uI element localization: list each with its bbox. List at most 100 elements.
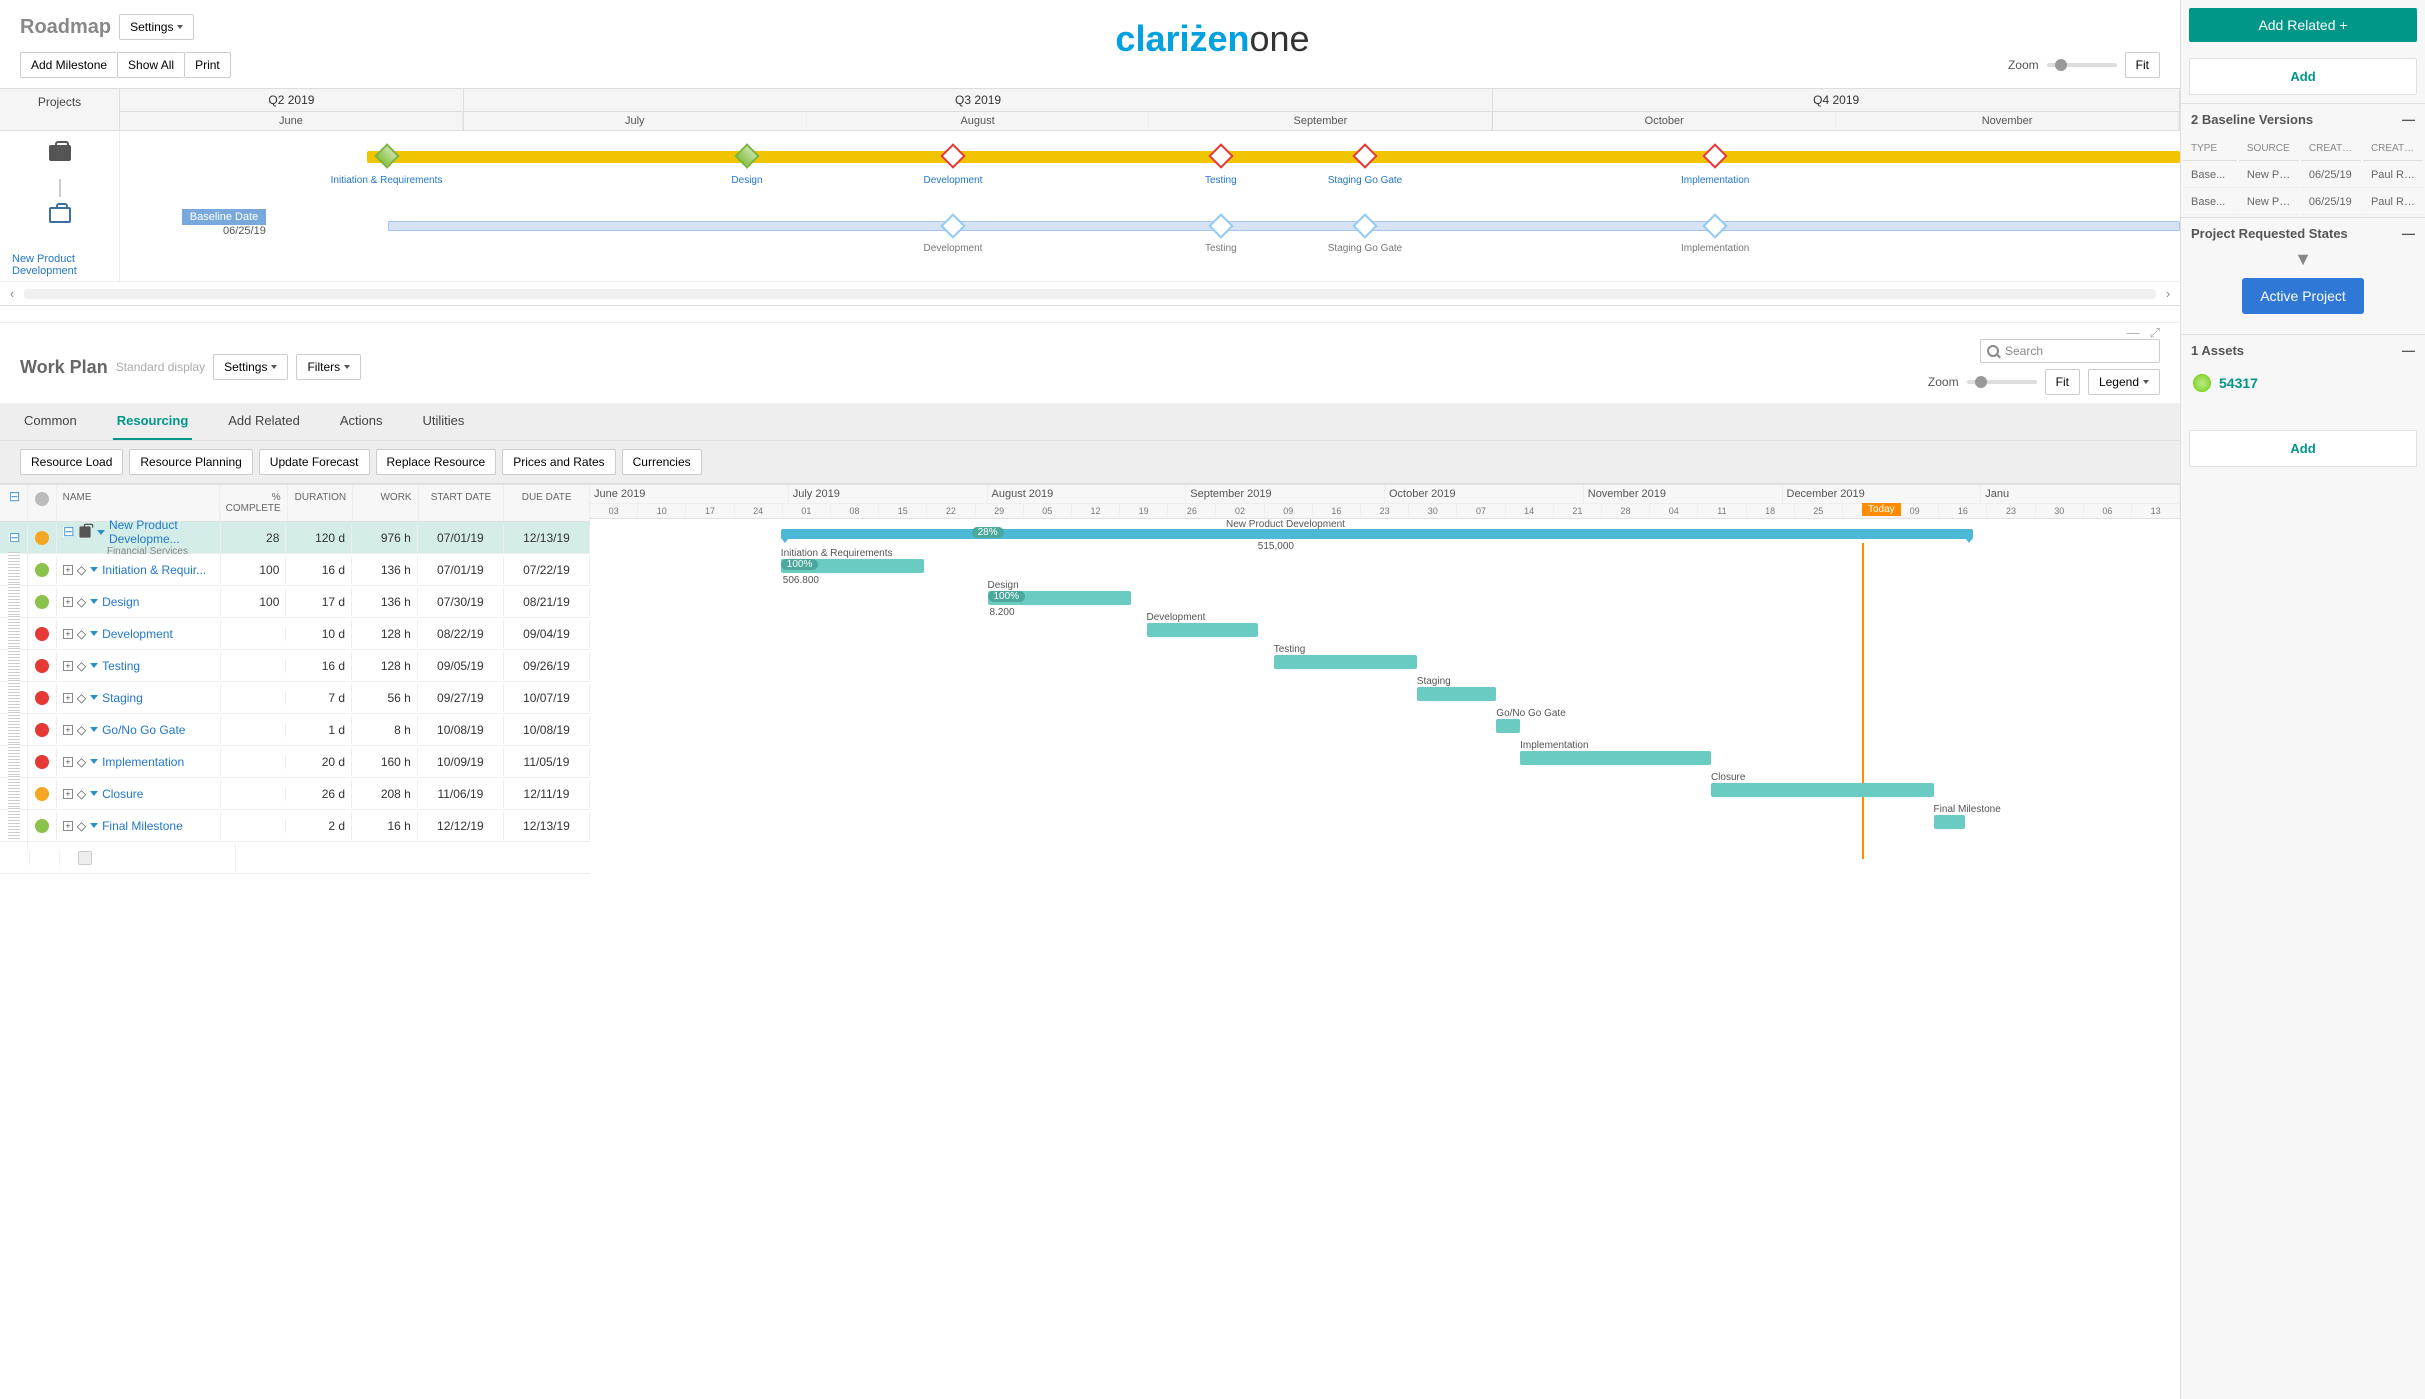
milestone-diamond[interactable] [1208,143,1233,168]
print-button[interactable]: Print [184,52,231,78]
gantt-bar[interactable] [1934,815,1966,829]
task-name[interactable]: Closure [102,787,143,801]
tab-utilities[interactable]: Utilities [418,403,468,440]
task-row[interactable]: +◇Testing16 d128 h09/05/1909/26/19 [0,650,590,682]
expand-icon[interactable]: ⤢ [2150,325,2160,341]
chevron-down-icon[interactable] [90,791,98,796]
scroll-right-icon[interactable]: › [2156,286,2180,301]
expand-row-icon[interactable]: + [63,629,73,639]
expand-row-icon[interactable]: + [63,789,73,799]
collapse-icon[interactable]: ⊟ [9,533,19,543]
gantt-bar[interactable] [1417,687,1497,701]
sub-update-forecast-button[interactable]: Update Forecast [259,449,370,475]
task-row[interactable]: +◇Final Milestone2 d16 h12/12/1912/13/19 [0,810,590,842]
sub-replace-resource-button[interactable]: Replace Resource [376,449,497,475]
chevron-down-icon[interactable] [90,631,98,636]
workplan-zoom-slider[interactable] [1967,380,2037,384]
add-button-2[interactable]: Add [2189,430,2417,467]
baseline-milestone-diamond[interactable] [1702,213,1727,238]
baseline-row[interactable]: Base...New Product ...06/25/19Paul Reed [2183,163,2423,188]
workplan-fit-button[interactable]: Fit [2045,369,2080,395]
task-row[interactable]: +◇Implementation20 d160 h10/09/1911/05/1… [0,746,590,778]
tab-add-related[interactable]: Add Related [224,403,304,440]
baseline-milestone-diamond[interactable] [1208,213,1233,238]
expand-row-icon[interactable]: + [63,725,73,735]
sub-currencies-button[interactable]: Currencies [622,449,702,475]
milestone-diamond[interactable] [1702,143,1727,168]
chevron-down-icon[interactable] [90,567,98,572]
chevron-down-icon[interactable] [90,759,98,764]
chevron-down-icon[interactable] [97,530,105,535]
milestone-diamond[interactable] [734,143,759,168]
task-row[interactable]: ⊟⊟New Product Developme...Financial Serv… [0,522,590,554]
gantt-bar[interactable] [1496,719,1520,733]
roadmap-settings-button[interactable]: Settings [119,14,194,40]
task-name[interactable]: Testing [102,659,140,673]
workplan-legend-button[interactable]: Legend [2088,369,2160,395]
gantt-summary-bar[interactable] [781,529,1974,539]
tab-resourcing[interactable]: Resourcing [113,403,193,440]
chevron-down-icon[interactable] [90,599,98,604]
task-name[interactable]: Go/No Go Gate [102,723,185,737]
chevron-down-icon[interactable] [90,695,98,700]
sub-resource-load-button[interactable]: Resource Load [20,449,123,475]
tab-common[interactable]: Common [20,403,81,440]
gantt-bar[interactable] [1147,623,1258,637]
collapse-icon[interactable]: — [2402,343,2415,358]
minimize-icon[interactable]: — [2127,325,2140,341]
sub-prices-and-rates-button[interactable]: Prices and Rates [502,449,615,475]
expand-row-icon[interactable]: + [63,597,73,607]
project-link[interactable]: New Product Development [12,253,119,277]
task-row[interactable]: +◇Initiation & Requir...10016 d136 h07/0… [0,554,590,586]
baseline-row[interactable]: Base...New Product ...06/25/19Paul Reed [2183,190,2423,215]
chevron-down-icon[interactable] [90,727,98,732]
workplan-settings-button[interactable]: Settings [213,354,288,380]
task-row[interactable]: +◇Go/No Go Gate1 d8 h10/08/1910/08/19 [0,714,590,746]
collapse-icon[interactable]: — [2402,226,2415,241]
add-milestone-button[interactable]: Add Milestone [20,52,117,78]
zoom-slider[interactable] [2047,63,2117,67]
expand-row-icon[interactable]: + [63,821,73,831]
show-all-button[interactable]: Show All [117,52,184,78]
task-name[interactable]: Initiation & Requir... [102,563,206,577]
tab-actions[interactable]: Actions [336,403,387,440]
sub-resource-planning-button[interactable]: Resource Planning [129,449,252,475]
baseline-milestone-diamond[interactable] [940,213,965,238]
gantt-bar[interactable] [1274,655,1417,669]
task-row[interactable]: +◇Development10 d128 h08/22/1909/04/19 [0,618,590,650]
search-input[interactable]: Search [1980,339,2160,363]
asset-link[interactable]: 54317 [2181,366,2425,400]
task-name[interactable]: Staging [102,691,143,705]
task-name[interactable]: Final Milestone [102,819,183,833]
collapse-icon[interactable]: — [2402,112,2415,127]
milestone-diamond[interactable] [940,143,965,168]
gantt-bar[interactable] [1520,751,1711,765]
scroll-left-icon[interactable]: ‹ [0,286,24,301]
task-row[interactable]: +◇Staging7 d56 h09/27/1910/07/19 [0,682,590,714]
expand-row-icon[interactable]: + [63,565,73,575]
collapse-row-icon[interactable]: ⊟ [63,527,73,537]
chevron-down-icon[interactable] [90,663,98,668]
chevron-down-icon[interactable] [90,823,98,828]
task-name[interactable]: Design [102,595,139,609]
baseline-milestone-diamond[interactable] [1352,213,1377,238]
gantt-bar[interactable] [1711,783,1934,797]
workplan-filters-button[interactable]: Filters [296,354,361,380]
add-button-1[interactable]: Add [2189,58,2417,95]
collapse-all-icon[interactable]: ⊟ [9,492,19,502]
milestone-diamond[interactable] [374,143,399,168]
milestone-diamond[interactable] [1352,143,1377,168]
task-row[interactable]: +◇Design10017 d136 h07/30/1908/21/19 [0,586,590,618]
task-name[interactable]: Implementation [102,755,184,769]
active-project-button[interactable]: Active Project [2242,278,2364,314]
expand-row-icon[interactable]: + [63,757,73,767]
expand-row-icon[interactable]: + [63,661,73,671]
task-name[interactable]: New Product Developme... [109,518,214,546]
task-row[interactable]: +◇Closure26 d208 h11/06/1912/11/19 [0,778,590,810]
add-related-button[interactable]: Add Related + [2189,8,2417,42]
scroll-track[interactable] [24,289,2156,299]
expand-row-icon[interactable]: + [63,693,73,703]
task-name[interactable]: Development [102,627,173,641]
drag-handle-icon[interactable] [8,808,20,840]
fit-button[interactable]: Fit [2125,52,2160,78]
